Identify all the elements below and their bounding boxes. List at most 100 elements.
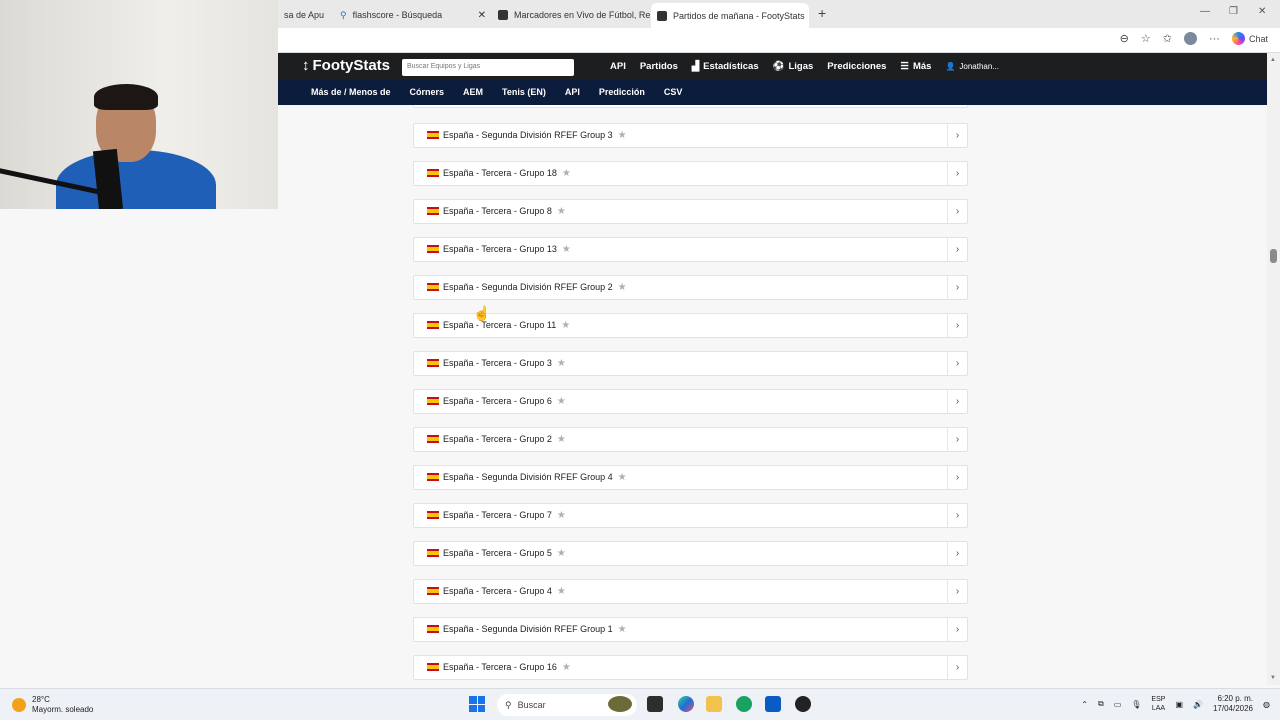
list-item[interactable]: España - Tercera - Grupo 16 ★ › xyxy=(413,655,968,680)
display-icon[interactable]: ▣ xyxy=(1175,700,1183,709)
footystats-logo[interactable]: ↕ FootyStats xyxy=(302,57,390,74)
chevron-right-icon[interactable]: › xyxy=(947,352,967,375)
star-icon[interactable]: ★ xyxy=(557,358,566,369)
chevron-right-icon[interactable]: › xyxy=(947,542,967,565)
star-icon[interactable]: ★ xyxy=(557,206,566,217)
nav-predicciones[interactable]: Predicciones xyxy=(827,61,886,72)
star-icon[interactable]: ★ xyxy=(557,586,566,597)
chevron-right-icon[interactable]: › xyxy=(947,314,967,337)
subnav-tenis[interactable]: Tenis (EN) xyxy=(502,87,546,97)
list-item[interactable]: España - Tercera - Grupo 2 ★ › xyxy=(413,427,968,452)
minimize-icon[interactable]: — xyxy=(1200,6,1210,17)
list-item[interactable]: España - Tercera - Grupo 18 ★ › xyxy=(413,161,968,186)
favorites-icon[interactable]: ✩ xyxy=(1163,32,1172,45)
mic-tray-icon[interactable]: 🎙 xyxy=(1131,700,1141,709)
tab-apuestas[interactable]: sa de Apu ✕ xyxy=(278,4,330,26)
obs-icon[interactable] xyxy=(795,696,811,712)
subnav-corners[interactable]: Córners xyxy=(410,87,445,97)
list-item[interactable]: España - Segunda División RFEF Group 1 ★ › xyxy=(413,617,968,642)
chevron-right-icon[interactable]: › xyxy=(947,162,967,185)
nav-mas[interactable]: ☰ Más xyxy=(900,61,931,72)
chevron-right-icon[interactable]: › xyxy=(947,276,967,299)
subnav-csv[interactable]: CSV xyxy=(664,87,683,97)
star-icon[interactable]: ★ xyxy=(557,434,566,445)
window-close-icon[interactable]: ✕ xyxy=(1258,6,1266,17)
start-button[interactable] xyxy=(469,696,485,712)
scroll-down-icon[interactable]: ▼ xyxy=(1270,675,1276,681)
page-scrollbar[interactable]: ▲ ▼ xyxy=(1267,53,1280,685)
star-icon[interactable]: ★ xyxy=(618,472,627,483)
star-icon[interactable]: ★ xyxy=(618,282,627,293)
edge-browser-icon[interactable] xyxy=(736,696,752,712)
chevron-right-icon[interactable]: › xyxy=(947,200,967,223)
subnav-aem[interactable]: AEM xyxy=(463,87,483,97)
list-item[interactable]: España - Tercera - Grupo 11 ★ › xyxy=(413,313,968,338)
profile-icon[interactable] xyxy=(1183,32,1197,45)
list-item[interactable]: España - Tercera - Grupo 13 ★ › xyxy=(413,237,968,262)
star-icon[interactable]: ★ xyxy=(562,168,571,179)
network-icon[interactable]: ⧉ xyxy=(1098,699,1104,709)
nav-estadisticas[interactable]: ▟ Estadísticas xyxy=(692,61,759,72)
widgets-icon[interactable] xyxy=(608,696,632,712)
scroll-thumb[interactable] xyxy=(1270,249,1277,263)
store-icon[interactable] xyxy=(765,696,781,712)
notification-icon[interactable]: ◍ xyxy=(1263,700,1270,709)
new-tab-icon[interactable]: + xyxy=(818,5,826,21)
chevron-right-icon[interactable]: › xyxy=(947,428,967,451)
chevron-right-icon[interactable]: › xyxy=(947,504,967,527)
user-menu[interactable]: 👤 Jonathan... xyxy=(945,61,999,72)
list-item[interactable]: España - Tercera - Grupo 8 ★ › xyxy=(413,199,968,224)
chevron-right-icon[interactable]: › xyxy=(947,656,967,679)
list-item[interactable]: España - Segunda División RFEF Group 3 ★ › xyxy=(413,123,968,148)
list-item[interactable]: España - Segunda División RFEF Group 4 ★ › xyxy=(413,465,968,490)
battery-icon[interactable]: ▭ xyxy=(1114,700,1122,709)
tab-footystats[interactable]: Partidos de mañana - FootyStats ✕ xyxy=(651,3,809,28)
list-item[interactable]: España - Tercera - Grupo 6 ★ › xyxy=(413,389,968,414)
league-name: España - Tercera - Grupo 7 ★ xyxy=(443,510,566,521)
tab-flashscore-search[interactable]: ⚲ flashscore - Búsqueda ✕ xyxy=(334,4,492,26)
maximize-icon[interactable]: ❐ xyxy=(1229,6,1238,17)
nav-ligas[interactable]: ⚽ Ligas xyxy=(773,61,814,72)
chevron-right-icon[interactable]: › xyxy=(947,124,967,147)
clock[interactable]: 6:20 p. m. 17/04/2026 xyxy=(1213,694,1253,714)
list-item[interactable] xyxy=(413,105,968,108)
favorite-star-icon[interactable]: ☆ xyxy=(1141,32,1151,45)
file-explorer-icon[interactable] xyxy=(706,696,722,712)
star-icon[interactable]: ★ xyxy=(557,548,566,559)
list-item[interactable]: España - Tercera - Grupo 3 ★ › xyxy=(413,351,968,376)
list-item[interactable]: España - Segunda División RFEF Group 2 ★ › xyxy=(413,275,968,300)
subnav-mas-menos[interactable]: Más de / Menos de xyxy=(311,87,391,97)
chevron-up-icon[interactable]: ⌃ xyxy=(1081,700,1088,709)
chevron-right-icon[interactable]: › xyxy=(947,618,967,641)
search-input[interactable]: Buscar Equipos y Ligas xyxy=(402,59,574,76)
star-icon[interactable]: ★ xyxy=(557,396,566,407)
subnav-prediccion[interactable]: Predicción xyxy=(599,87,645,97)
subnav-api[interactable]: API xyxy=(565,87,580,97)
star-icon[interactable]: ★ xyxy=(618,624,627,635)
chat-button[interactable]: Chat xyxy=(1231,32,1268,45)
star-icon[interactable]: ★ xyxy=(557,510,566,521)
star-icon[interactable]: ★ xyxy=(562,662,571,673)
chevron-right-icon[interactable]: › xyxy=(947,580,967,603)
more-icon[interactable]: ··· xyxy=(1209,33,1220,45)
terminal-icon[interactable] xyxy=(647,696,663,712)
chevron-right-icon[interactable]: › xyxy=(947,390,967,413)
star-icon[interactable]: ★ xyxy=(618,130,627,141)
star-icon[interactable]: ★ xyxy=(562,244,571,255)
scroll-up-icon[interactable]: ▲ xyxy=(1270,57,1276,63)
language-indicator[interactable]: ESP LAA xyxy=(1151,695,1165,713)
chevron-right-icon[interactable]: › xyxy=(947,238,967,261)
reader-icon[interactable]: ⊖ xyxy=(1120,32,1129,45)
chevron-right-icon[interactable]: › xyxy=(947,466,967,489)
nav-api[interactable]: API xyxy=(610,61,626,72)
list-item[interactable]: España - Tercera - Grupo 7 ★ › xyxy=(413,503,968,528)
close-icon[interactable]: ✕ xyxy=(478,10,486,21)
weather-widget[interactable]: 28°C Mayorm. soleado xyxy=(12,695,93,715)
tab-marcadores[interactable]: Marcadores en Vivo de Fútbol, Re ✕ xyxy=(492,4,650,26)
volume-icon[interactable]: 🔊 xyxy=(1193,700,1203,709)
list-item[interactable]: España - Tercera - Grupo 5 ★ › xyxy=(413,541,968,566)
list-item[interactable]: España - Tercera - Grupo 4 ★ › xyxy=(413,579,968,604)
nav-partidos[interactable]: Partidos xyxy=(640,61,678,72)
copilot-app-icon[interactable] xyxy=(678,696,694,712)
star-icon[interactable]: ★ xyxy=(561,320,570,331)
